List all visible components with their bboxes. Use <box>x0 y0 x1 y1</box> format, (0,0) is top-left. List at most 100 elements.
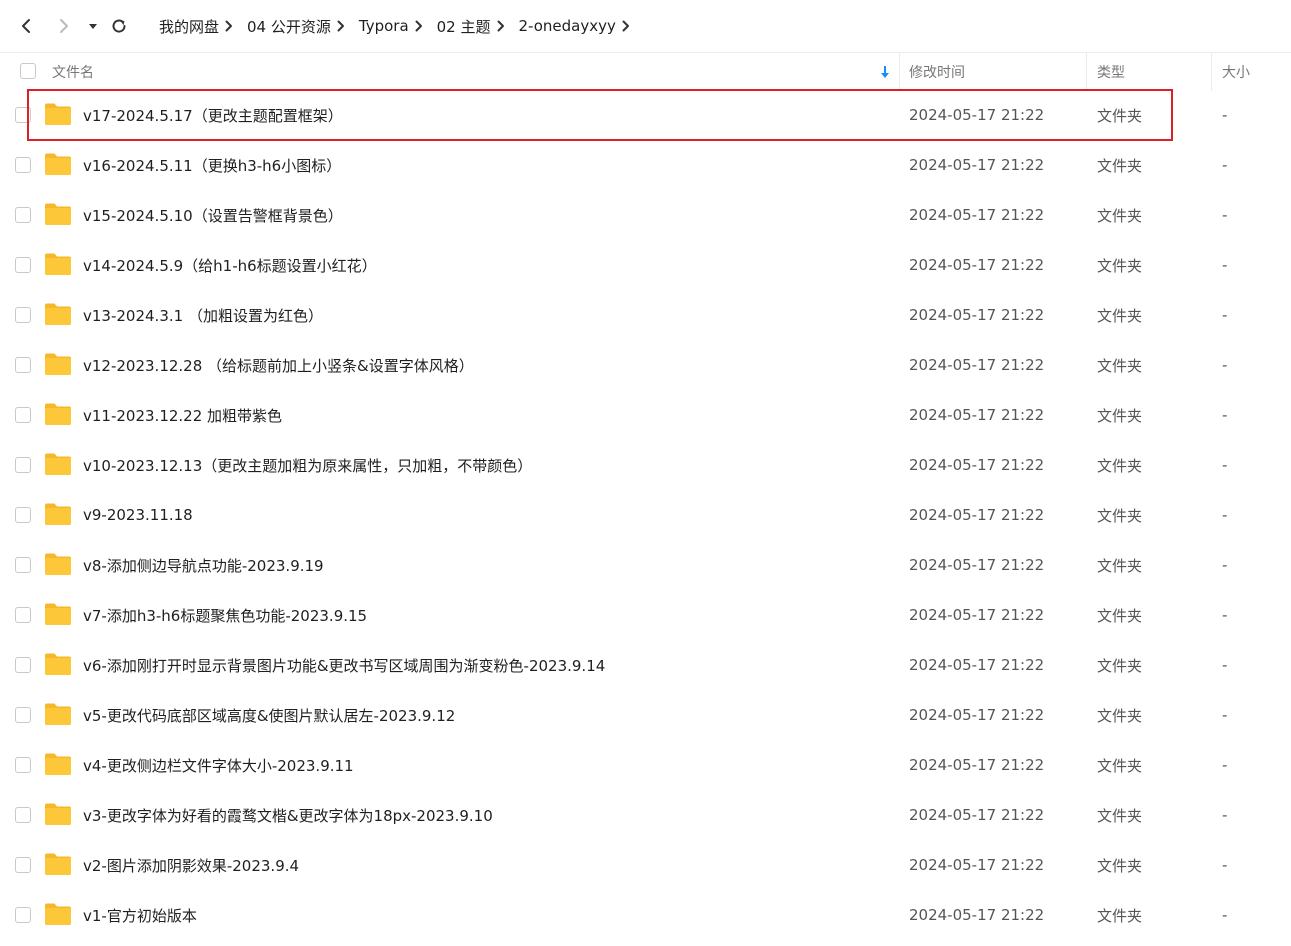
column-header-modified[interactable]: 修改时间 <box>909 53 965 91</box>
file-row[interactable]: v8-添加侧边导航点功能-2023.9.19 2024-05-17 21:22 文件… <box>0 540 1291 590</box>
column-header-name-label: 文件名 <box>52 65 94 81</box>
row-checkbox[interactable] <box>15 857 31 873</box>
folder-icon <box>45 853 71 875</box>
file-name[interactable]: v2-图片添加阴影效果-2023.9.4 <box>83 840 299 890</box>
file-type: 文件夹 <box>1097 856 1143 875</box>
breadcrumb-item[interactable]: 02 主题 <box>437 16 491 37</box>
file-row[interactable]: v13-2024.3.1 （加粗设置为红色） 2024-05-17 21:22 文件… <box>0 290 1291 340</box>
file-name[interactable]: v9-2023.11.18 <box>83 490 193 540</box>
file-name[interactable]: v13-2024.3.1 （加粗设置为红色） <box>83 290 323 340</box>
file-name[interactable]: v3-更改字体为好看的霞鹜文楷&更改字体为18px-2023.9.10 <box>83 790 493 840</box>
file-row[interactable]: v10-2023.12.13（更改主题加粗为原来属性，只加粗，不带颜色） 2024… <box>0 440 1291 490</box>
breadcrumb-separator-icon <box>415 20 423 32</box>
row-checkbox[interactable] <box>15 207 31 223</box>
history-dropdown-button[interactable] <box>79 12 107 40</box>
file-name[interactable]: v12-2023.12.28 （给标题前加上小竖条&设置字体风格） <box>83 340 474 390</box>
row-checkbox[interactable] <box>15 607 31 623</box>
file-size: - <box>1222 356 1228 374</box>
folder-icon <box>45 753 71 775</box>
file-type: 文件夹 <box>1097 656 1143 675</box>
column-header-size[interactable]: 大小 <box>1222 53 1250 91</box>
file-name[interactable]: v11-2023.12.22 加粗带紫色 <box>83 390 282 440</box>
row-checkbox[interactable] <box>15 107 31 123</box>
sort-direction-button[interactable] <box>879 53 891 91</box>
row-checkbox[interactable] <box>15 807 31 823</box>
back-button[interactable] <box>12 12 40 40</box>
file-name[interactable]: v1-官方初始版本 <box>83 890 197 940</box>
row-checkbox[interactable] <box>15 307 31 323</box>
file-name[interactable]: v4-更改侧边栏文件字体大小-2023.9.11 <box>83 740 354 790</box>
file-name[interactable]: v8-添加侧边导航点功能-2023.9.19 <box>83 540 324 590</box>
row-checkbox[interactable] <box>15 257 31 273</box>
file-size: - <box>1222 156 1228 174</box>
column-header-type[interactable]: 类型 <box>1097 53 1125 91</box>
file-name[interactable]: v15-2024.5.10（设置告警框背景色） <box>83 190 343 240</box>
file-row[interactable]: v6-添加刚打开时显示背景图片功能&更改书写区域周围为渐变粉色-2023.9.1… <box>0 640 1291 690</box>
column-divider[interactable] <box>1086 53 1087 91</box>
file-name[interactable]: v10-2023.12.13（更改主题加粗为原来属性，只加粗，不带颜色） <box>83 440 532 490</box>
file-name[interactable]: v6-添加刚打开时显示背景图片功能&更改书写区域周围为渐变粉色-2023.9.1… <box>83 640 605 690</box>
file-name[interactable]: v17-2024.5.17（更改主题配置框架） <box>83 90 343 140</box>
breadcrumb-item[interactable]: 我的网盘 <box>159 16 219 37</box>
file-type: 文件夹 <box>1097 106 1143 125</box>
column-divider[interactable] <box>1211 53 1212 91</box>
row-checkbox[interactable] <box>15 157 31 173</box>
row-checkbox[interactable] <box>15 707 31 723</box>
refresh-button[interactable] <box>105 12 133 40</box>
file-row[interactable]: v9-2023.11.18 2024-05-17 21:22 文件夹 - <box>0 490 1291 540</box>
file-row[interactable]: v4-更改侧边栏文件字体大小-2023.9.11 2024-05-17 21:22… <box>0 740 1291 790</box>
file-size: - <box>1222 756 1228 774</box>
modified-time: 2024-05-17 21:22 <box>909 706 1045 724</box>
file-type: 文件夹 <box>1097 206 1143 225</box>
column-header-modified-label: 修改时间 <box>909 65 965 81</box>
forward-button[interactable] <box>50 12 78 40</box>
folder-icon <box>45 703 71 725</box>
modified-time: 2024-05-17 21:22 <box>909 106 1045 124</box>
file-row[interactable]: v3-更改字体为好看的霞鹜文楷&更改字体为18px-2023.9.10 2024-… <box>0 790 1291 840</box>
column-header-name[interactable]: 文件名 <box>52 53 94 91</box>
modified-time: 2024-05-17 21:22 <box>909 656 1045 674</box>
file-type: 文件夹 <box>1097 456 1143 475</box>
folder-icon <box>45 303 71 325</box>
file-size: - <box>1222 556 1228 574</box>
file-name[interactable]: v14-2024.5.9（给h1-h6标题设置小红花） <box>83 240 377 290</box>
row-checkbox[interactable] <box>15 907 31 923</box>
folder-icon <box>45 403 71 425</box>
row-checkbox[interactable] <box>15 507 31 523</box>
file-type: 文件夹 <box>1097 406 1143 425</box>
file-type: 文件夹 <box>1097 306 1143 325</box>
row-checkbox[interactable] <box>15 557 31 573</box>
file-name[interactable]: v16-2024.5.11（更换h3-h6小图标） <box>83 140 341 190</box>
file-row[interactable]: v7-添加h3-h6标题聚焦色功能-2023.9.15 2024-05-17 21… <box>0 590 1291 640</box>
file-row[interactable]: v16-2024.5.11（更换h3-h6小图标） 2024-05-17 21:2… <box>0 140 1291 190</box>
column-divider[interactable] <box>899 53 900 91</box>
file-row[interactable]: v14-2024.5.9（给h1-h6标题设置小红花） 2024-05-17 21… <box>0 240 1291 290</box>
file-row[interactable]: v17-2024.5.17（更改主题配置框架） 2024-05-17 21:22 文… <box>0 90 1291 140</box>
folder-icon <box>45 453 71 475</box>
file-row[interactable]: v15-2024.5.10（设置告警框背景色） 2024-05-17 21:22 文… <box>0 190 1291 240</box>
file-size: - <box>1222 506 1228 524</box>
file-name[interactable]: v5-更改代码底部区域高度&使图片默认居左-2023.9.12 <box>83 690 455 740</box>
column-header-type-label: 类型 <box>1097 65 1125 81</box>
modified-time: 2024-05-17 21:22 <box>909 206 1045 224</box>
row-checkbox[interactable] <box>15 407 31 423</box>
breadcrumb-item[interactable]: 04 公开资源 <box>247 16 331 37</box>
chevron-left-icon <box>22 19 30 33</box>
file-row[interactable]: v2-图片添加阴影效果-2023.9.4 2024-05-17 21:22 文件夹 - <box>0 840 1291 890</box>
breadcrumb-item[interactable]: Typora <box>359 17 409 35</box>
select-all-checkbox[interactable] <box>20 63 36 79</box>
row-checkbox[interactable] <box>15 657 31 673</box>
breadcrumb-item[interactable]: 2-onedayxyy <box>519 17 616 35</box>
file-row[interactable]: v12-2023.12.28 （给标题前加上小竖条&设置字体风格） 2024-05… <box>0 340 1291 390</box>
file-row[interactable]: v11-2023.12.22 加粗带紫色 2024-05-17 21:22 文件夹 - <box>0 390 1291 440</box>
row-checkbox[interactable] <box>15 357 31 373</box>
file-name[interactable]: v7-添加h3-h6标题聚焦色功能-2023.9.15 <box>83 590 367 640</box>
folder-icon <box>45 503 71 525</box>
file-size: - <box>1222 656 1228 674</box>
caret-down-icon <box>89 24 97 29</box>
file-size: - <box>1222 606 1228 624</box>
file-row[interactable]: v5-更改代码底部区域高度&使图片默认居左-2023.9.12 2024-05-1… <box>0 690 1291 740</box>
row-checkbox[interactable] <box>15 457 31 473</box>
file-row[interactable]: v1-官方初始版本 2024-05-17 21:22 文件夹 - <box>0 890 1291 940</box>
row-checkbox[interactable] <box>15 757 31 773</box>
